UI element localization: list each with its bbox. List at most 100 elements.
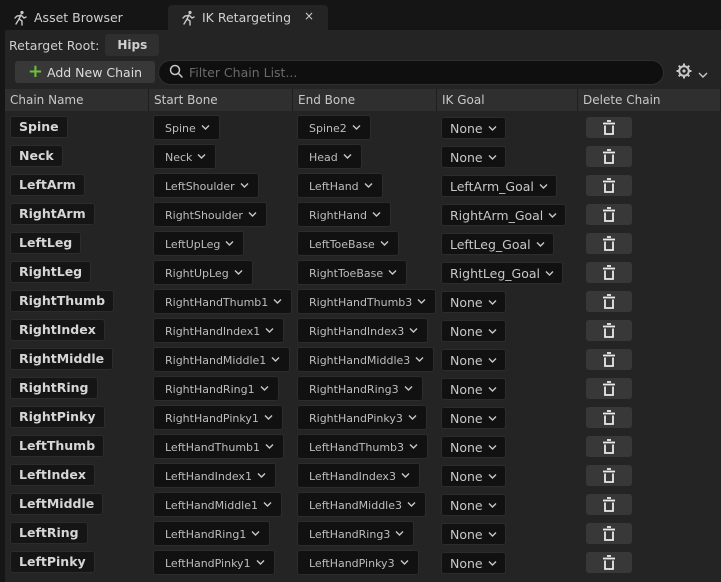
end-bone-dropdown[interactable]: RightToeBase: [297, 260, 408, 285]
tab-label: IK Retargeting: [202, 10, 292, 25]
delete-chain-button[interactable]: [586, 436, 632, 457]
column-chain-name[interactable]: Chain Name: [5, 89, 149, 111]
ik-goal-dropdown[interactable]: None: [441, 117, 506, 139]
ik-goal-dropdown[interactable]: None: [441, 320, 506, 342]
ik-goal-value: RightArm_Goal: [450, 208, 544, 223]
chain-name[interactable]: RightThumb: [10, 290, 115, 312]
delete-chain-button[interactable]: [586, 320, 632, 341]
start-bone-dropdown[interactable]: LeftHandPinky1: [153, 550, 275, 575]
chain-name[interactable]: Neck: [10, 145, 63, 167]
start-bone-dropdown[interactable]: RightHandThumb1: [153, 289, 293, 314]
end-bone-dropdown[interactable]: LeftHandThumb3: [297, 434, 429, 459]
start-bone-dropdown[interactable]: RightHandMiddle1: [153, 347, 291, 372]
chain-name[interactable]: Spine: [10, 116, 68, 138]
chain-name[interactable]: RightLeg: [10, 261, 92, 283]
ik-goal-dropdown[interactable]: None: [441, 146, 506, 168]
chain-name[interactable]: RightPinky: [10, 406, 105, 428]
tab-asset-browser[interactable]: Asset Browser: [0, 5, 160, 30]
start-bone-dropdown[interactable]: LeftHandThumb1: [153, 434, 285, 459]
column-delete-chain[interactable]: Delete Chain: [578, 89, 721, 111]
delete-chain-button[interactable]: [586, 407, 632, 428]
ik-goal-dropdown[interactable]: None: [441, 378, 506, 400]
ik-goal-dropdown[interactable]: None: [441, 523, 506, 545]
start-bone-dropdown[interactable]: RightHandRing1: [153, 376, 279, 401]
end-bone-dropdown[interactable]: RightHand: [297, 202, 391, 227]
end-bone-dropdown[interactable]: Head: [297, 144, 362, 169]
column-end-bone[interactable]: End Bone: [293, 89, 437, 111]
end-bone-dropdown[interactable]: LeftHandMiddle3: [297, 492, 426, 517]
chain-name[interactable]: LeftArm: [10, 174, 85, 196]
start-bone-dropdown[interactable]: LeftShoulder: [153, 173, 259, 198]
start-bone-dropdown[interactable]: Spine: [153, 115, 220, 140]
end-bone-value: LeftHandRing3: [309, 528, 391, 541]
start-bone-dropdown[interactable]: RightHandPinky1: [153, 405, 283, 430]
column-start-bone[interactable]: Start Bone: [149, 89, 293, 111]
ik-goal-dropdown[interactable]: LeftArm_Goal: [441, 175, 557, 197]
chain-name[interactable]: LeftLeg: [10, 232, 82, 254]
ik-goal-dropdown[interactable]: None: [441, 552, 506, 574]
tab-ik-retargeting[interactable]: IK Retargeting ×: [168, 5, 328, 30]
chain-name[interactable]: RightRing: [10, 377, 98, 399]
start-bone-dropdown[interactable]: RightHandIndex1: [153, 318, 285, 343]
trash-icon: [602, 555, 616, 570]
start-bone-dropdown[interactable]: Neck: [153, 144, 217, 169]
end-bone-dropdown[interactable]: LeftHandPinky3: [297, 550, 419, 575]
chain-name[interactable]: LeftRing: [10, 522, 88, 544]
chain-name[interactable]: LeftPinky: [10, 551, 95, 573]
delete-chain-button[interactable]: [586, 204, 632, 225]
start-bone-value: Spine: [165, 122, 196, 135]
ik-goal-dropdown[interactable]: LeftLeg_Goal: [441, 233, 554, 255]
filter-chain-search[interactable]: [158, 60, 664, 85]
end-bone-dropdown[interactable]: RightHandMiddle3: [297, 347, 435, 372]
ik-goal-dropdown[interactable]: None: [441, 436, 506, 458]
delete-chain-button[interactable]: [586, 291, 632, 312]
ik-goal-dropdown[interactable]: None: [441, 407, 506, 429]
delete-chain-button[interactable]: [586, 494, 632, 515]
start-bone-dropdown[interactable]: LeftUpLeg: [153, 231, 245, 256]
add-new-chain-button[interactable]: + Add New Chain: [15, 61, 155, 83]
chain-name[interactable]: RightMiddle: [10, 348, 114, 370]
end-bone-dropdown[interactable]: RightHandThumb3: [297, 289, 437, 314]
filter-chain-input[interactable]: [189, 65, 649, 80]
end-bone-dropdown[interactable]: RightHandRing3: [297, 376, 423, 401]
delete-chain-button[interactable]: [586, 175, 632, 196]
start-bone-dropdown[interactable]: LeftHandRing1: [153, 521, 271, 546]
delete-chain-button[interactable]: [586, 233, 632, 254]
delete-chain-button[interactable]: [586, 552, 632, 573]
end-bone-dropdown[interactable]: LeftHand: [297, 173, 383, 198]
chain-name[interactable]: LeftThumb: [10, 435, 105, 457]
ik-goal-dropdown[interactable]: None: [441, 494, 506, 516]
chain-name[interactable]: LeftIndex: [10, 464, 95, 486]
chain-name[interactable]: RightIndex: [10, 319, 105, 341]
end-bone-dropdown[interactable]: LeftHandIndex3: [297, 463, 420, 488]
start-bone-dropdown[interactable]: LeftHandMiddle1: [153, 492, 282, 517]
start-bone-dropdown[interactable]: LeftHandIndex1: [153, 463, 276, 488]
end-bone-dropdown[interactable]: Spine2: [297, 115, 371, 140]
settings-dropdown[interactable]: [676, 63, 712, 82]
chain-name[interactable]: RightArm: [10, 203, 95, 225]
delete-chain-button[interactable]: [586, 523, 632, 544]
ik-goal-dropdown[interactable]: RightLeg_Goal: [441, 262, 564, 284]
delete-chain-button[interactable]: [586, 378, 632, 399]
delete-chain-button[interactable]: [586, 465, 632, 486]
start-bone-dropdown[interactable]: RightShoulder: [153, 202, 267, 227]
ik-goal-dropdown[interactable]: RightArm_Goal: [441, 204, 567, 226]
close-icon[interactable]: ×: [304, 9, 314, 23]
retarget-root-value[interactable]: Hips: [105, 34, 160, 56]
end-bone-dropdown[interactable]: RightHandIndex3: [297, 318, 429, 343]
ik-goal-dropdown[interactable]: None: [441, 349, 506, 371]
ik-goal-dropdown[interactable]: None: [441, 291, 506, 313]
start-bone-dropdown[interactable]: RightUpLeg: [153, 260, 253, 285]
delete-chain-button[interactable]: [586, 117, 632, 138]
trash-icon: [602, 439, 616, 454]
delete-chain-button[interactable]: [586, 146, 632, 167]
trash-icon: [602, 323, 616, 338]
end-bone-dropdown[interactable]: LeftHandRing3: [297, 521, 415, 546]
delete-chain-button[interactable]: [586, 262, 632, 283]
ik-goal-dropdown[interactable]: None: [441, 465, 506, 487]
delete-chain-button[interactable]: [586, 349, 632, 370]
end-bone-dropdown[interactable]: LeftToeBase: [297, 231, 399, 256]
chain-name[interactable]: LeftMiddle: [10, 493, 104, 515]
end-bone-dropdown[interactable]: RightHandPinky3: [297, 405, 427, 430]
column-ik-goal[interactable]: IK Goal: [437, 89, 578, 111]
